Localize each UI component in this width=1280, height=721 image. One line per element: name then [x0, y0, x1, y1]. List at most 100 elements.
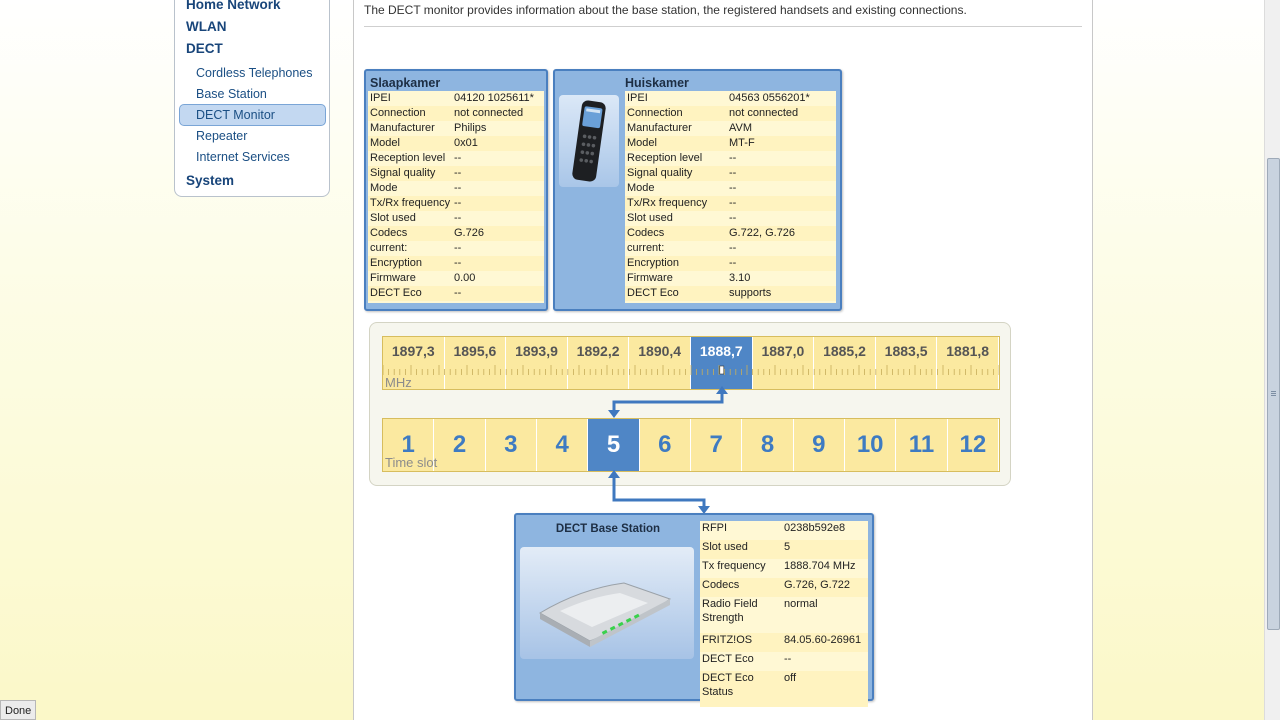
base-station-panel: DECT Base Station RFPI 0238b592e8 Slot use…: [514, 513, 874, 707]
nav-repeater[interactable]: Repeater: [196, 129, 247, 143]
info-row: FRITZ!OS 84.05.60-26961: [700, 633, 868, 652]
info-label: current:: [627, 242, 665, 254]
info-row: Firmware 0.00: [368, 271, 544, 286]
timeslot-cell: 9: [794, 419, 845, 471]
info-row: Codecs G.726, G.722: [700, 578, 868, 597]
info-value: 04120 1025611*: [454, 92, 534, 104]
info-label: Model: [370, 137, 400, 149]
page-description: The DECT monitor provides information ab…: [364, 3, 967, 17]
page-scrollbar[interactable]: [1264, 0, 1280, 720]
info-value: normal: [784, 598, 818, 610]
divider: [364, 26, 1082, 27]
info-row: Tx frequency 1888.704 MHz: [700, 559, 868, 578]
info-row: Connection not connected: [368, 106, 544, 121]
info-value: off: [784, 672, 797, 684]
info-value: --: [729, 182, 737, 194]
frequency-cell: 1895,6: [445, 337, 507, 389]
info-row: IPEI 04563 0556201*: [625, 91, 836, 106]
info-value: 3.10: [729, 272, 751, 284]
info-label: current:: [370, 242, 408, 254]
frequency-cell: 1892,2: [568, 337, 630, 389]
info-row: Model MT-F: [625, 136, 836, 151]
info-label: Mode: [370, 182, 398, 194]
info-value: --: [454, 167, 462, 179]
info-row: RFPI 0238b592e8: [700, 521, 868, 540]
info-row: current: --: [368, 241, 544, 256]
info-value: Philips: [454, 122, 487, 134]
timeslot-cell: 6: [640, 419, 691, 471]
info-label: Encryption: [627, 257, 679, 269]
frequency-cell: 1887,0: [753, 337, 815, 389]
info-value: --: [454, 242, 462, 254]
info-value: --: [454, 197, 462, 209]
info-value: --: [729, 257, 737, 269]
info-label: Encryption: [370, 257, 422, 269]
scrollbar-thumb[interactable]: [1267, 158, 1280, 630]
nav-base-station[interactable]: Base Station: [196, 87, 267, 101]
timeslot-cell: 11: [896, 419, 948, 471]
timeslot-cell: 3: [486, 419, 537, 471]
info-label: DECT Eco Status: [702, 672, 754, 698]
info-value: 5: [784, 541, 791, 553]
info-value: --: [454, 182, 462, 194]
handset-info-table: IPEI 04120 1025611* Connection not connecte…: [368, 91, 544, 303]
info-value: 84.05.60-26961: [784, 634, 862, 646]
nav-dect-monitor[interactable]: DECT Monitor: [196, 108, 275, 122]
base-station-image: [520, 547, 694, 659]
nav-system[interactable]: System: [186, 173, 234, 188]
info-label: Tx/Rx frequency: [370, 197, 451, 209]
info-row: DECT Eco --: [368, 286, 544, 301]
info-value: --: [729, 197, 737, 209]
timeslot-cell: 10: [845, 419, 897, 471]
info-label: Reception level: [370, 152, 446, 164]
info-value: --: [729, 167, 737, 179]
timeslot-scale: 12 11 10 9 8 7 6 5 4 3 2 1 Time slot: [382, 418, 1000, 472]
info-label: Codecs: [627, 227, 665, 239]
info-value: 0x01: [454, 137, 478, 149]
info-label: IPEI: [627, 92, 648, 104]
info-row: Tx/Rx frequency --: [625, 196, 836, 211]
info-row: Radio Field Strength normal: [700, 597, 868, 633]
info-row: IPEI 04120 1025611*: [368, 91, 544, 106]
base-station-title: DECT Base Station: [555, 523, 661, 535]
nav-wlan[interactable]: WLAN: [186, 19, 227, 34]
info-row: DECT Eco --: [700, 652, 868, 671]
info-value: --: [454, 287, 462, 299]
handset-title: Huiskamer: [625, 76, 689, 90]
nav-cordless-telephones[interactable]: Cordless Telephones: [196, 66, 313, 80]
info-row: Signal quality --: [368, 166, 544, 181]
info-value: G.726, G.722: [784, 579, 851, 591]
info-label: DECT Eco: [370, 287, 422, 299]
frequency-ticks: [383, 365, 999, 375]
info-value: --: [454, 152, 462, 164]
info-row: Tx/Rx frequency --: [368, 196, 544, 211]
info-row: Slot used 5: [700, 540, 868, 559]
timeslot-cell: 8: [742, 419, 794, 471]
info-row: Manufacturer AVM: [625, 121, 836, 136]
info-row: DECT Eco supports: [625, 286, 836, 301]
nav-home-network[interactable]: Home Network: [186, 0, 281, 12]
info-label: Tx/Rx frequency: [627, 197, 708, 209]
frequency-cell: 1890,4: [629, 337, 691, 389]
info-row: Codecs G.726: [368, 226, 544, 241]
info-row: Manufacturer Philips: [368, 121, 544, 136]
handset-panel-slaapkamer: Slaapkamer IPEI 04120 1025611* Connection n…: [364, 69, 548, 311]
info-value: G.722, G.726: [729, 227, 796, 239]
info-value: --: [454, 257, 462, 269]
info-label: FRITZ!OS: [702, 634, 753, 646]
info-value: G.726: [454, 227, 484, 239]
info-label: Firmware: [627, 272, 673, 284]
timeslot-cell: 12: [948, 419, 999, 471]
handset-image: [559, 95, 619, 187]
frequency-cell: 1881,8: [937, 337, 999, 389]
nav-internet-services[interactable]: Internet Services: [196, 150, 290, 164]
sidebar-nav: Home Network WLAN DECT Cordless Telephon…: [174, 0, 330, 197]
frequency-cell: 1893,9: [506, 337, 568, 389]
info-row: current: --: [625, 241, 836, 256]
timeslot-cell: 4: [537, 419, 589, 471]
info-row: Slot used --: [368, 211, 544, 226]
info-label: RFPI: [702, 522, 728, 534]
info-label: Slot used: [627, 212, 673, 224]
info-value: --: [729, 152, 737, 164]
nav-dect[interactable]: DECT: [186, 41, 223, 56]
